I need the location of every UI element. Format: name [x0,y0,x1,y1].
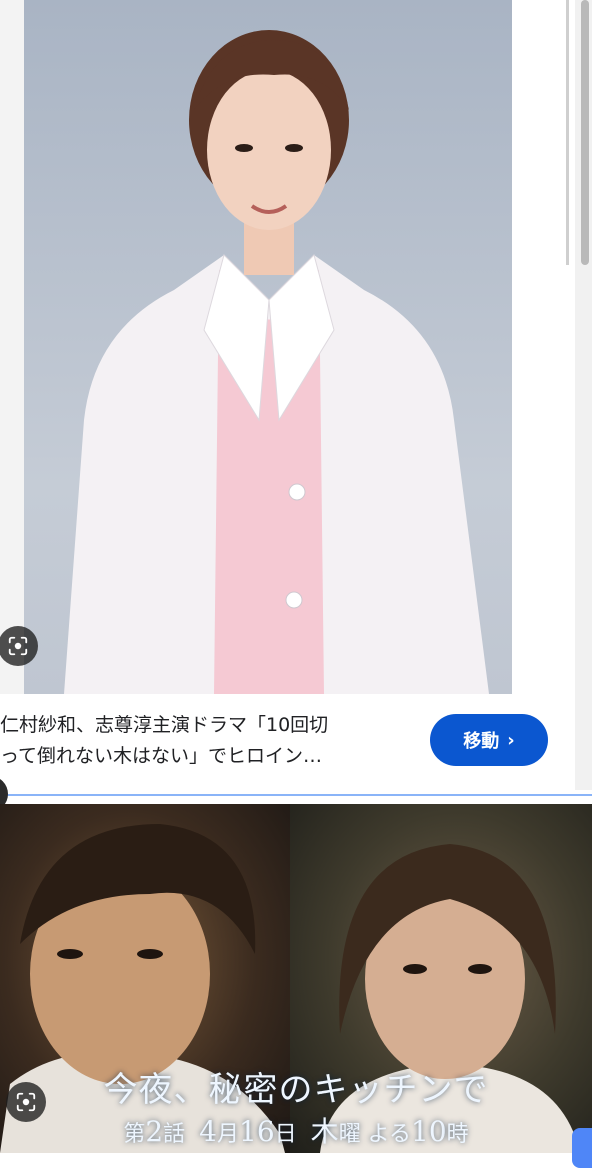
broadcast-info: 第2話 4月16日 木曜 よる10時 [0,1110,592,1150]
result-image-2[interactable]: 今夜、秘密のキッチンで 第2話 4月16日 木曜 よる10時 [0,804,592,1153]
results-divider [0,794,592,796]
portrait-illustration [64,30,489,694]
day-unit: 日 [274,1122,297,1147]
page-scrollbar-thumb[interactable] [581,0,589,265]
air-weekday: 木 [310,1115,339,1148]
drama-title: 今夜、秘密のキッチンで [103,1070,489,1110]
month-unit: 月 [217,1122,240,1147]
episode-suffix: 話 [163,1122,186,1147]
visit-button-label: 移動 [463,731,500,752]
hour-unit: 時 [446,1122,469,1147]
floating-action-badge[interactable] [572,1128,592,1168]
result-image-1[interactable] [24,0,512,694]
episode-prefix: 第 [123,1122,146,1147]
result-card-1: 仁村紗和、志尊淳主演ドラマ「10回切 って倒れない木はない」でヒロイン… 移動 … [0,0,576,790]
image-scroll-indicator [566,0,569,265]
card-gutter-left [0,0,24,694]
air-day: 16 [239,1115,275,1148]
result-title-1[interactable]: 仁村紗和、志尊淳主演ドラマ「10回切 って倒れない木はない」でヒロイン… [0,710,420,772]
google-lens-icon [8,636,28,656]
weekday-suffix: 曜 よる [338,1122,412,1147]
air-hour: 10 [411,1115,447,1148]
result-title-line-1: 仁村紗和、志尊淳主演ドラマ「10回切 [0,714,329,736]
air-month: 4 [199,1115,217,1148]
result-title-line-2: って倒れない木はない」でヒロイン… [0,745,323,767]
episode-number: 2 [145,1115,164,1148]
chevron-right-icon: › [507,729,515,751]
google-lens-icon [16,1092,36,1112]
lens-search-button-2[interactable] [6,1082,46,1122]
visit-button[interactable]: 移動 › [430,714,548,766]
